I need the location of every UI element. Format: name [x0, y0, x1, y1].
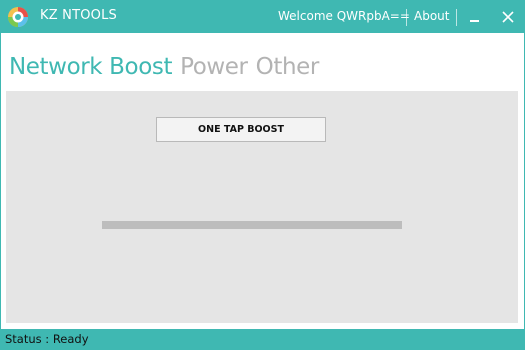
app-window: KZ NTOOLS Welcome QWRpbA== About Network…	[0, 0, 525, 350]
tab-power[interactable]: Power	[180, 54, 248, 80]
tab-bar: Network Boost Power Other	[9, 54, 327, 88]
about-link[interactable]: About	[414, 9, 449, 23]
network-boost-panel: ONE TAP BOOST	[6, 91, 518, 323]
close-button[interactable]	[496, 5, 522, 29]
close-icon	[502, 11, 514, 23]
tab-other[interactable]: Other	[256, 54, 320, 80]
title-bar[interactable]: KZ NTOOLS Welcome QWRpbA== About	[1, 1, 524, 33]
app-logo-icon	[7, 6, 29, 28]
welcome-text: Welcome QWRpbA==	[278, 9, 410, 23]
minimize-button[interactable]	[462, 5, 488, 29]
title-separator	[406, 9, 407, 26]
status-bar: Status : Ready	[1, 329, 524, 349]
one-tap-boost-button[interactable]: ONE TAP BOOST	[156, 117, 326, 142]
title-separator	[456, 9, 457, 26]
minimize-icon	[470, 20, 479, 22]
status-text: Status : Ready	[5, 332, 89, 346]
tab-network-boost[interactable]: Network Boost	[9, 54, 172, 80]
boost-progress-bar	[102, 221, 402, 229]
app-title: KZ NTOOLS	[40, 8, 117, 23]
